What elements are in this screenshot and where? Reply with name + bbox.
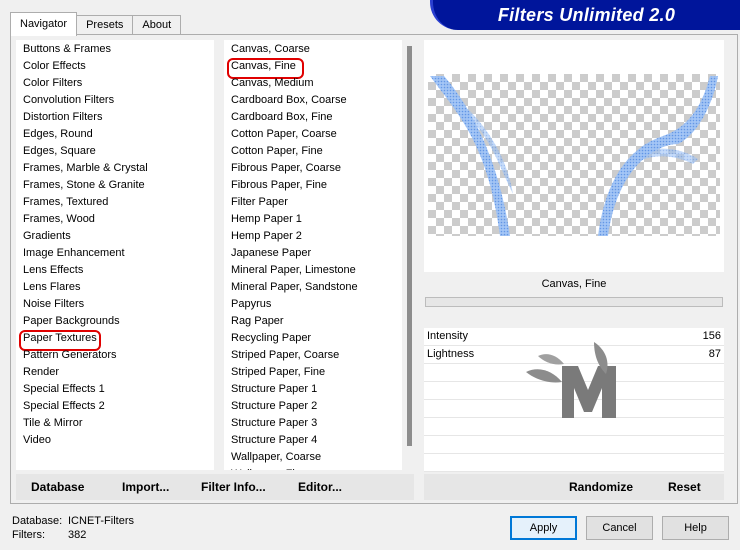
help-button[interactable]: Help — [662, 516, 729, 540]
filter-item[interactable]: Cardboard Box, Coarse — [224, 92, 402, 109]
database-button[interactable]: Database — [31, 480, 84, 494]
category-item[interactable]: Pattern Generators — [16, 347, 214, 364]
category-list[interactable]: Buttons & Frames Color Effects Color Filte… — [16, 40, 214, 470]
param-empty — [424, 436, 724, 454]
import-button[interactable]: Import... — [122, 480, 169, 494]
filter-item[interactable]: Cardboard Box, Fine — [224, 109, 402, 126]
category-item[interactable]: Convolution Filters — [16, 92, 214, 109]
filter-item[interactable]: Striped Paper, Fine — [224, 364, 402, 381]
preview-panel — [424, 40, 724, 272]
category-item[interactable]: Special Effects 2 — [16, 398, 214, 415]
filter-info-button[interactable]: Filter Info... — [201, 480, 266, 494]
param-value: 156 — [702, 330, 721, 342]
filters-status: Filters: 382 — [12, 529, 86, 541]
category-item[interactable]: Video — [16, 432, 214, 449]
category-item[interactable]: Special Effects 1 — [16, 381, 214, 398]
param-value: 87 — [708, 348, 721, 360]
tab-presets[interactable]: Presets — [76, 15, 134, 36]
filter-item[interactable]: Striped Paper, Coarse — [224, 347, 402, 364]
category-item[interactable]: Lens Effects — [16, 262, 214, 279]
reset-button[interactable]: Reset — [668, 480, 701, 494]
category-item[interactable]: Lens Flares — [16, 279, 214, 296]
app-title-banner: Filters Unlimited 2.0 — [430, 0, 740, 30]
filter-item[interactable]: Hemp Paper 2 — [224, 228, 402, 245]
filter-item[interactable]: Filter Paper — [224, 194, 402, 211]
category-item[interactable]: Noise Filters — [16, 296, 214, 313]
filter-item[interactable]: Structure Paper 4 — [224, 432, 402, 449]
progress-bar — [425, 297, 723, 307]
preview-image — [428, 74, 720, 236]
filter-item[interactable]: Japanese Paper — [224, 245, 402, 262]
filter-item[interactable]: Cotton Paper, Fine — [224, 143, 402, 160]
randomize-button[interactable]: Randomize — [569, 480, 633, 494]
param-label: Intensity — [427, 330, 468, 342]
category-item[interactable]: Frames, Wood — [16, 211, 214, 228]
filter-item[interactable]: Fibrous Paper, Fine — [224, 177, 402, 194]
category-item[interactable]: Tile & Mirror — [16, 415, 214, 432]
editor-button[interactable]: Editor... — [298, 480, 342, 494]
apply-button[interactable]: Apply — [510, 516, 577, 540]
filters-status-label: Filters: — [12, 529, 45, 541]
filter-item[interactable]: Structure Paper 3 — [224, 415, 402, 432]
filter-item[interactable]: Wallpaper, Coarse — [224, 449, 402, 466]
filter-item[interactable]: Structure Paper 2 — [224, 398, 402, 415]
tab-navigator[interactable]: Navigator — [10, 12, 78, 36]
filter-item[interactable]: Rag Paper — [224, 313, 402, 330]
scrollbar-thumb[interactable] — [407, 46, 412, 446]
filter-list-scrollbar[interactable] — [404, 40, 416, 470]
filter-item[interactable]: Canvas, Fine — [224, 58, 402, 79]
database-status-label: Database: — [12, 515, 63, 527]
database-status-value: ICNET-Filters — [68, 515, 134, 527]
filters-status-value: 382 — [68, 529, 87, 541]
filter-item[interactable]: Wallpaper, Fine — [224, 466, 402, 470]
filter-list[interactable]: Canvas, Coarse Canvas, Fine Canvas, Medium… — [224, 40, 402, 470]
tab-strip: Navigator Presets About — [10, 12, 182, 36]
category-item[interactable]: Frames, Stone & Granite — [16, 177, 214, 194]
preview-strokes — [430, 76, 718, 236]
category-item[interactable]: Color Filters — [16, 75, 214, 92]
filter-item[interactable]: Canvas, Medium — [224, 75, 402, 92]
param-empty — [424, 454, 724, 472]
param-label: Lightness — [427, 348, 475, 360]
category-item[interactable]: Buttons & Frames — [16, 41, 214, 58]
filter-item[interactable]: Papyrus — [224, 296, 402, 313]
category-item[interactable]: Edges, Square — [16, 143, 214, 160]
database-status: Database: ICNET-Filters — [12, 515, 134, 527]
filter-item[interactable]: Hemp Paper 1 — [224, 211, 402, 228]
param-empty — [424, 418, 724, 436]
filter-item[interactable]: Fibrous Paper, Coarse — [224, 160, 402, 177]
selected-filter-name: Canvas, Fine — [424, 272, 724, 296]
filter-item[interactable]: Recycling Paper — [224, 330, 402, 347]
filter-item[interactable]: Structure Paper 1 — [224, 381, 402, 398]
category-item[interactable]: Edges, Round — [16, 126, 214, 143]
cancel-button[interactable]: Cancel — [586, 516, 653, 540]
filter-item[interactable]: Mineral Paper, Sandstone — [224, 279, 402, 296]
filter-item[interactable]: Cotton Paper, Coarse — [224, 126, 402, 143]
category-item[interactable]: Render — [16, 364, 214, 381]
category-item[interactable]: Image Enhancement — [16, 245, 214, 262]
category-item[interactable]: Frames, Textured — [16, 194, 214, 211]
category-item[interactable]: Distortion Filters — [16, 109, 214, 126]
category-item[interactable]: Paper Backgrounds — [16, 313, 214, 330]
watermark-logo — [526, 342, 616, 418]
tab-about[interactable]: About — [132, 15, 182, 36]
category-item[interactable]: Frames, Marble & Crystal — [16, 160, 214, 177]
category-item[interactable]: Color Effects — [16, 58, 214, 75]
filter-item[interactable]: Mineral Paper, Limestone — [224, 262, 402, 279]
filter-item[interactable]: Canvas, Coarse — [224, 41, 402, 58]
category-item[interactable]: Gradients — [16, 228, 214, 245]
category-item[interactable]: Paper Textures — [16, 330, 214, 351]
